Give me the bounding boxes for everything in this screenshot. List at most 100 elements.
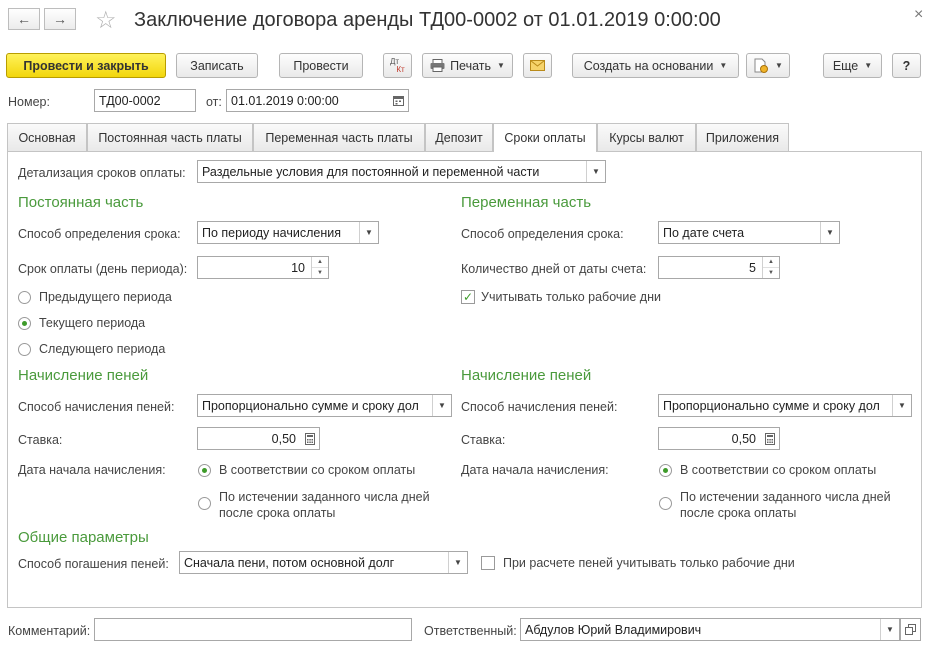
calendar-icon[interactable] <box>389 90 408 111</box>
chevron-down-icon[interactable]: ▼ <box>359 222 378 243</box>
penalty-left-opt1-label: В соответствии со сроком оплаты <box>219 463 416 477</box>
variable-method-label: Способ определения срока: <box>461 227 624 241</box>
constant-method-value: По периоду начисления <box>202 225 341 240</box>
responsible-value: Абдулов Юрий Владимирович <box>525 622 702 637</box>
penalty-left-rate-field[interactable]: 0,50 <box>197 427 320 450</box>
radio-previous-period[interactable]: Предыдущего периода <box>18 290 172 304</box>
constant-method-select[interactable]: По периоду начисления ▼ <box>197 221 379 244</box>
open-window-icon <box>905 624 916 635</box>
more-label: Еще <box>832 58 859 73</box>
open-responsible-button[interactable] <box>900 618 921 641</box>
variable-section-title: Переменная часть <box>461 194 592 211</box>
favorite-star-icon[interactable]: ☆ <box>95 6 117 35</box>
page-title: Заключение договора аренды ТД00-0002 от … <box>134 9 721 31</box>
calculator-icon[interactable] <box>300 428 319 449</box>
arrow-right-icon: → <box>53 11 67 27</box>
penalty-right-opt2[interactable]: По истечении заданного числа дней после … <box>659 489 891 521</box>
print-label: Печать <box>450 58 492 73</box>
forward-button[interactable]: → <box>44 8 76 30</box>
post-and-close-button[interactable]: Провести и закрыть <box>6 53 166 78</box>
date-value: 01.01.2019 0:00:00 <box>231 93 339 108</box>
penalty-left-opt1[interactable]: В соответствии со сроком оплаты <box>198 463 415 477</box>
chevron-down-icon: ▼ <box>497 61 505 70</box>
attachments-button[interactable]: ▼ <box>746 53 790 78</box>
penalty-left-title: Начисление пеней <box>18 367 149 384</box>
close-icon[interactable]: × <box>914 6 923 24</box>
radio-selected-icon <box>18 316 31 330</box>
general-workdays-label: При расчете пеней учитывать только рабоч… <box>503 556 795 570</box>
tab-attachments[interactable]: Приложения <box>696 123 789 151</box>
checkmark-icon: ✓ <box>461 290 475 304</box>
radio-next-period[interactable]: Следующего периода <box>18 342 165 356</box>
print-button[interactable]: Печать ▼ <box>422 53 513 78</box>
chevron-down-icon[interactable]: ▼ <box>892 395 911 416</box>
tab-variable-fee[interactable]: Переменная часть платы <box>253 123 425 151</box>
penalty-right-opt2-line2: после срока оплаты <box>680 506 797 520</box>
radio-previous-label: Предыдущего периода <box>39 290 172 304</box>
penalty-right-opt1-label: В соответствии со сроком оплаты <box>680 463 877 477</box>
general-section-title: Общие параметры <box>18 529 149 546</box>
constant-term-field[interactable]: 10 ▲ ▼ <box>197 256 329 279</box>
penalty-left-opt2-line2: после срока оплаты <box>219 506 336 520</box>
radio-selected-icon <box>198 463 211 477</box>
comment-field[interactable] <box>94 618 412 641</box>
variable-days-value: 5 <box>749 260 756 275</box>
chevron-down-icon[interactable]: ▼ <box>448 552 467 573</box>
tab-main[interactable]: Основная <box>7 123 87 151</box>
variable-method-select[interactable]: По дате счета ▼ <box>658 221 840 244</box>
chevron-down-icon[interactable]: ▼ <box>586 161 605 182</box>
detail-select[interactable]: Раздельные условия для постоянной и пере… <box>197 160 606 183</box>
post-button[interactable]: Провести <box>279 53 363 78</box>
penalty-left-method-select[interactable]: Пропорционально сумме и сроку дол ▼ <box>197 394 452 417</box>
chevron-down-icon[interactable]: ▼ <box>820 222 839 243</box>
create-based-on-button[interactable]: Создать на основании ▼ <box>572 53 739 78</box>
penalty-right-opt1[interactable]: В соответствии со сроком оплаты <box>659 463 876 477</box>
general-workdays-checkbox[interactable]: При расчете пеней учитывать только рабоч… <box>481 556 795 570</box>
number-label: Номер: <box>8 95 50 109</box>
radio-current-period[interactable]: Текущего периода <box>18 316 145 330</box>
penalty-left-opt2[interactable]: По истечении заданного числа дней после … <box>198 489 430 521</box>
send-email-button[interactable] <box>523 53 552 78</box>
tab-constant-fee[interactable]: Постоянная часть платы <box>87 123 253 151</box>
constant-method-label: Способ определения срока: <box>18 227 181 241</box>
variable-days-field[interactable]: 5 ▲ ▼ <box>658 256 780 279</box>
calculator-icon[interactable] <box>760 428 779 449</box>
checkbox-icon <box>481 556 495 570</box>
tab-payment-terms[interactable]: Сроки оплаты <box>493 123 597 152</box>
number-field[interactable]: ТД00-0002 <box>94 89 196 112</box>
variable-workdays-checkbox[interactable]: ✓ Учитывать только рабочие дни <box>461 290 661 304</box>
penalty-right-title: Начисление пеней <box>461 367 592 384</box>
penalty-left-opt2-line1: По истечении заданного числа дней <box>219 490 430 504</box>
chevron-down-icon[interactable]: ▼ <box>432 395 451 416</box>
general-repay-select[interactable]: Сначала пени, потом основной долг ▼ <box>179 551 468 574</box>
penalty-right-rate-field[interactable]: 0,50 <box>658 427 780 450</box>
chevron-down-icon: ▼ <box>719 61 728 70</box>
document-gear-icon <box>753 58 769 74</box>
variable-method-value: По дате счета <box>663 225 745 240</box>
date-field[interactable]: 01.01.2019 0:00:00 <box>226 89 409 112</box>
tab-deposit[interactable]: Депозит <box>425 123 493 151</box>
date-label: от: <box>206 95 222 109</box>
back-button[interactable]: ← <box>8 8 40 30</box>
comment-label: Комментарий: <box>8 624 91 638</box>
general-repay-value: Сначала пени, потом основной долг <box>184 555 395 570</box>
write-button[interactable]: Записать <box>176 53 258 78</box>
constant-term-label: Срок оплаты (день периода): <box>18 262 188 276</box>
tab-exchange-rates[interactable]: Курсы валют <box>597 123 696 151</box>
chevron-down-icon: ▼ <box>864 61 873 70</box>
stepper-icon[interactable]: ▲ ▼ <box>762 257 779 278</box>
kt-icon-text: Кт <box>396 64 405 74</box>
detail-value: Раздельные условия для постоянной и пере… <box>202 164 540 179</box>
help-button[interactable]: ? <box>892 53 921 78</box>
dtkt-report-button[interactable]: Дт Кт <box>383 53 412 78</box>
more-button[interactable]: Еще ▼ <box>823 53 882 78</box>
stepper-icon[interactable]: ▲ ▼ <box>311 257 328 278</box>
penalty-right-method-select[interactable]: Пропорционально сумме и сроку дол ▼ <box>658 394 912 417</box>
chevron-down-icon[interactable]: ▼ <box>880 619 899 640</box>
variable-workdays-label: Учитывать только рабочие дни <box>481 290 661 304</box>
detail-label: Детализация сроков оплаты: <box>18 166 186 180</box>
radio-icon <box>18 342 31 356</box>
penalty-left-rate-label: Ставка: <box>18 433 63 447</box>
responsible-select[interactable]: Абдулов Юрий Владимирович ▼ <box>520 618 900 641</box>
constant-term-value: 10 <box>291 260 305 275</box>
